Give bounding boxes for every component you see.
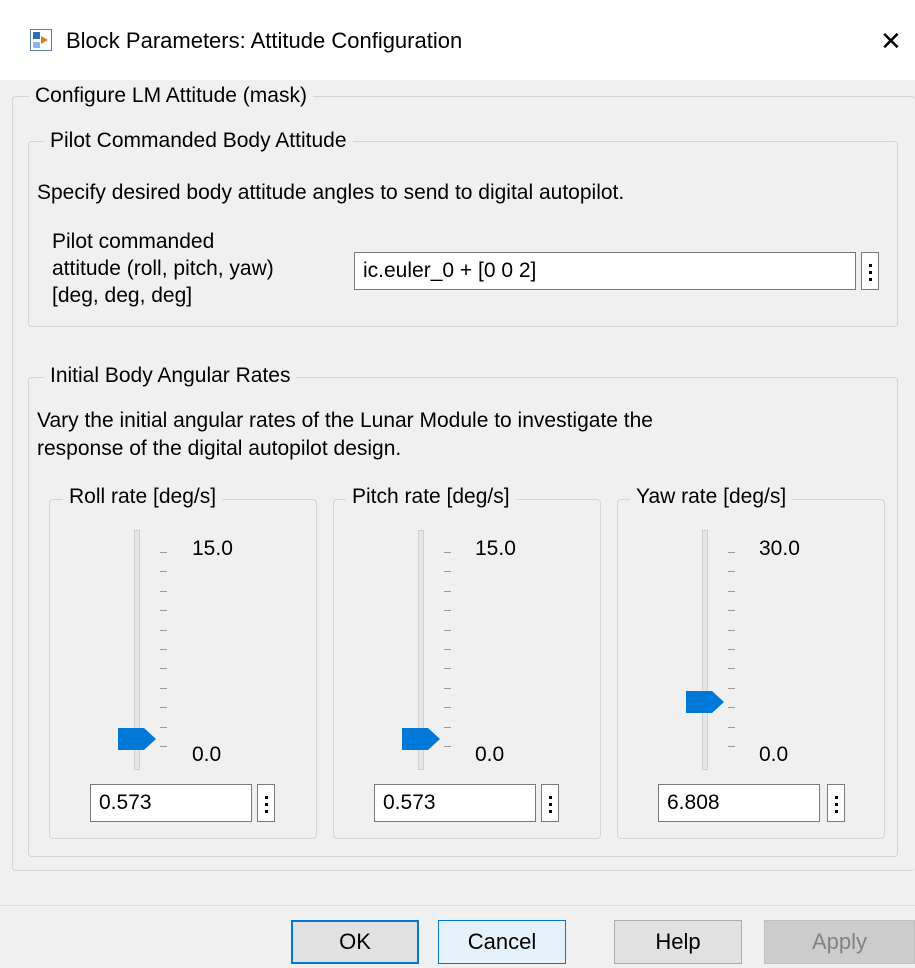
slider-tick [728,727,735,728]
angular-rates-description: Vary the initial angular rates of the Lu… [37,407,653,463]
slider-tick [160,610,167,611]
slider-tick [728,571,735,572]
slider-tick [444,649,451,650]
slider-tick [160,727,167,728]
slider-tick [444,746,451,747]
angular-rates-description-line: Vary the initial angular rates of the Lu… [37,409,653,432]
slider-tick [444,552,451,553]
yaw-rate-slider-thumb[interactable] [686,691,724,713]
pilot-attitude-input[interactable]: ic.euler_0 + [0 0 2] [354,252,856,290]
slider-tick [728,649,735,650]
pilot-attitude-description: Specify desired body attitude angles to … [37,181,625,204]
slider-tick [160,746,167,747]
slider-tick [160,707,167,708]
vertical-ellipsis-icon[interactable] [861,252,879,290]
angular-rates-description-line: response of the digital autopilot design… [37,437,402,460]
angular-rates-group-title: Initial Body Angular Rates [44,363,297,389]
ok-button[interactable]: OK [291,920,419,964]
slider-tick [160,630,167,631]
yaw-rate-input[interactable]: 6.808 [658,784,820,822]
slider-tick [444,571,451,572]
slider-tick [728,746,735,747]
title-bar: Block Parameters: Attitude Configuration… [0,0,915,80]
pitch-rate-title: Pitch rate [deg/s] [346,484,516,510]
help-button[interactable]: Help [614,920,742,964]
slider-tick [444,727,451,728]
slider-tick [160,571,167,572]
slider-tick [444,668,451,669]
yaw-rate-slider-track[interactable] [702,530,708,770]
slider-tick [160,649,167,650]
pilot-attitude-label-line: [deg, deg, deg] [52,284,193,307]
slider-tick [160,668,167,669]
slider-tick [728,630,735,631]
close-icon[interactable]: ✕ [880,27,902,55]
apply-button: Apply [764,920,915,964]
yaw-rate-max-label: 30.0 [759,537,800,560]
slider-tick [728,668,735,669]
slider-tick [160,688,167,689]
slider-tick [444,707,451,708]
vertical-ellipsis-icon[interactable] [827,784,845,822]
slider-tick [444,610,451,611]
slider-tick [728,591,735,592]
pitch-rate-min-label: 0.0 [475,743,505,766]
slider-tick [728,707,735,708]
pilot-attitude-label-line: Pilot commanded [52,230,215,253]
slider-tick [160,591,167,592]
yaw-rate-min-label: 0.0 [759,743,789,766]
roll-rate-slider-thumb[interactable] [118,728,156,750]
pitch-rate-input[interactable]: 0.573 [374,784,536,822]
roll-rate-max-label: 15.0 [192,537,233,560]
pitch-rate-max-label: 15.0 [475,537,516,560]
pilot-attitude-label: Pilot commanded attitude (roll, pitch, y… [52,228,274,309]
roll-rate-input[interactable]: 0.573 [90,784,252,822]
window-title: Block Parameters: Attitude Configuration [66,28,463,53]
simulink-block-icon [30,29,52,51]
roll-rate-min-label: 0.0 [192,743,222,766]
slider-tick [160,552,167,553]
yaw-rate-title: Yaw rate [deg/s] [630,484,793,510]
button-separator [0,905,915,906]
cancel-button[interactable]: Cancel [438,920,566,964]
slider-tick [444,630,451,631]
slider-tick [444,688,451,689]
mask-title: Configure LM Attitude (mask) [29,83,313,109]
slider-tick [728,552,735,553]
vertical-ellipsis-icon[interactable] [257,784,275,822]
slider-tick [728,688,735,689]
pilot-attitude-label-line: attitude (roll, pitch, yaw) [52,257,274,280]
pilot-attitude-group-title: Pilot Commanded Body Attitude [44,128,353,154]
vertical-ellipsis-icon[interactable] [541,784,559,822]
pitch-rate-slider-thumb[interactable] [402,728,440,750]
roll-rate-title: Roll rate [deg/s] [63,484,223,510]
slider-tick [728,610,735,611]
slider-tick [444,591,451,592]
